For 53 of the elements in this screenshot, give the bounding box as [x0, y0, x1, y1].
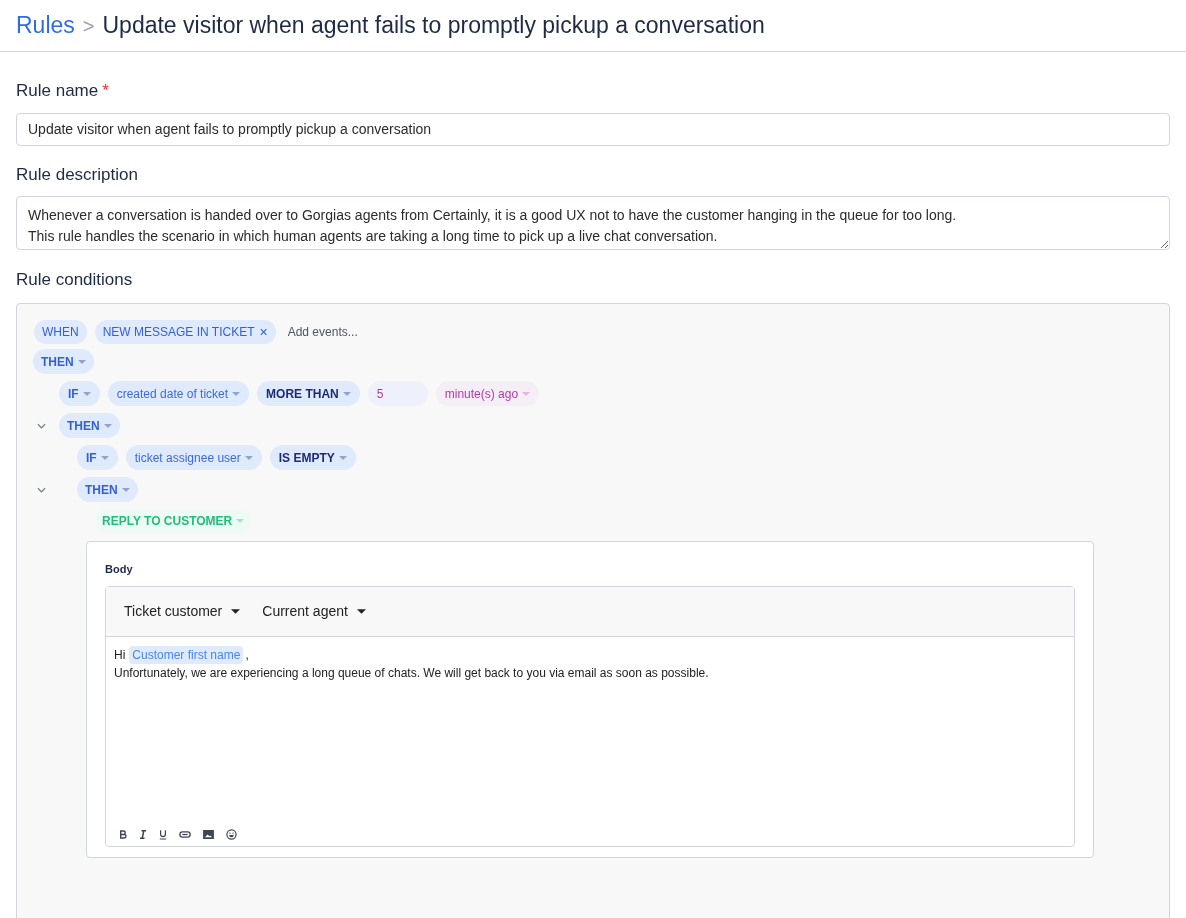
field-label: Rule conditions	[16, 269, 134, 291]
breadcrumb-separator: >	[82, 13, 95, 39]
comparator-dropdown[interactable]: IS EMPTY	[269, 445, 356, 470]
variable-dropdown[interactable]: Ticket customer	[124, 601, 241, 622]
event-tag[interactable]: NEW MESSAGE IN TICKET ×	[94, 320, 276, 344]
field-dropdown[interactable]: ticket assignee user	[125, 445, 262, 470]
caret-icon	[244, 455, 253, 460]
variable-tag: Customer first name	[129, 646, 244, 664]
caret-icon	[522, 391, 531, 396]
breadcrumb-link[interactable]: Rules	[16, 8, 75, 43]
comma-text: ,	[245, 647, 249, 664]
chevron-icon[interactable]	[37, 486, 46, 493]
field-dropdown[interactable]: created date of ticket	[107, 381, 250, 406]
caret-icon	[121, 487, 130, 492]
field-label: Rule name	[16, 80, 99, 102]
bold-icon[interactable]	[120, 830, 127, 839]
message-text: Unfortunately, we are experiencing a long queue of chats. We will get back to you via email as soon as possible.	[114, 665, 710, 682]
when-tag: WHEN	[34, 320, 87, 344]
then-dropdown[interactable]: THEN	[77, 477, 138, 502]
comparator-dropdown[interactable]: MORE THAN	[257, 381, 360, 406]
caret-icon	[342, 391, 351, 396]
add-events-field[interactable]: Add events...	[287, 323, 398, 341]
caret-icon	[231, 609, 241, 614]
link-icon[interactable]	[179, 831, 191, 838]
rule-description-field[interactable]: Whenever a conversation is handed over to Gorgias agents from Certainly, it is a good UX not to have the customer hanging in the queue for too long. This rule handles the scenario in which human agents are taking a long time to pick up a live chat conversation.	[16, 196, 1170, 250]
value-field[interactable]: 5	[367, 381, 428, 406]
caret-icon	[103, 423, 112, 428]
unit-dropdown[interactable]: minute(s) ago	[435, 381, 540, 406]
rule-name-field[interactable]: Update visitor when agent fails to promptly pickup a conversation	[16, 112, 1170, 146]
body-label: Body	[105, 561, 134, 577]
caret-icon	[100, 455, 109, 460]
then-dropdown[interactable]: THEN	[59, 413, 120, 438]
italic-icon[interactable]	[139, 830, 147, 839]
image-icon[interactable]	[203, 830, 214, 839]
variable-dropdown[interactable]: Current agent	[262, 601, 366, 622]
caret-icon	[338, 455, 347, 460]
if-dropdown[interactable]: IF	[59, 381, 100, 406]
remove-button[interactable]: ×	[259, 321, 268, 343]
caret-icon	[77, 359, 86, 364]
caret-icon	[236, 518, 245, 523]
greeting-text: Hi	[114, 647, 126, 664]
caret-icon	[82, 391, 91, 396]
caret-icon	[356, 609, 366, 614]
emoji-icon[interactable]	[226, 829, 237, 840]
message-editor[interactable]: Ticket customer Current agent Hi Customer first name , Unfortunately, we are experiencing a long queue of chats. We will get back to you via email as soon as possible.	[105, 586, 1075, 847]
field-label: Rule description	[16, 163, 139, 186]
then-dropdown[interactable]: THEN	[33, 349, 94, 374]
page-title: Update visitor when agent fails to promptly pickup a conversation	[102, 11, 765, 41]
caret-icon	[232, 391, 241, 396]
if-dropdown[interactable]: IF	[77, 445, 118, 470]
chevron-icon[interactable]	[37, 422, 46, 429]
required-mark: *	[102, 80, 109, 102]
underline-icon[interactable]	[159, 829, 167, 840]
